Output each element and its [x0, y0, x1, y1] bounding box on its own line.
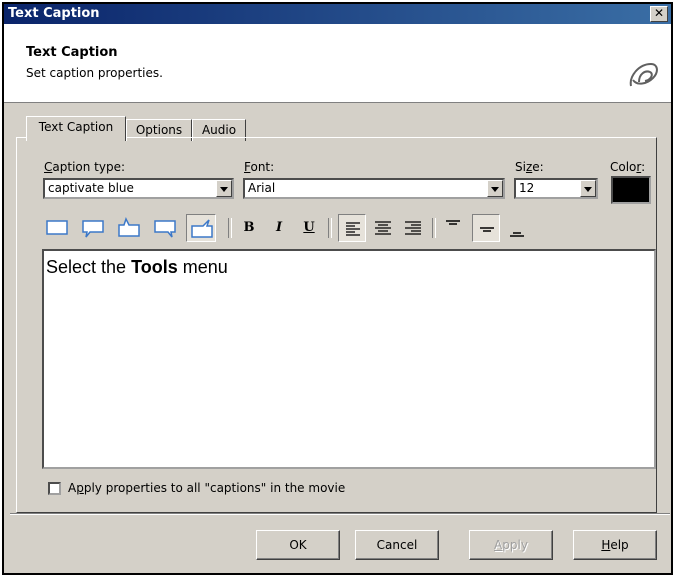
tab-text-caption[interactable]: Text Caption [26, 116, 126, 141]
underline-button[interactable]: U [296, 216, 322, 240]
callout-top-right-icon [191, 219, 213, 238]
cancel-button[interactable]: Cancel [355, 530, 439, 560]
toolbar-separator [328, 218, 332, 238]
align-left-button[interactable] [338, 214, 366, 242]
header-subtitle: Set caption properties. [26, 66, 163, 80]
color-label: Color: [610, 160, 646, 174]
header-title: Text Caption [26, 45, 118, 60]
caption-text-editor[interactable]: Select the Tools menu [42, 249, 656, 469]
captivate-logo-icon [629, 62, 658, 87]
chevron-down-icon[interactable] [216, 180, 232, 197]
font-label: Font: [244, 160, 275, 174]
valign-bottom-icon[interactable] [504, 216, 530, 240]
callout-bottom-left-icon[interactable] [80, 216, 106, 240]
align-center-icon[interactable] [370, 216, 396, 240]
dialog-header: Text Caption Set caption properties. [4, 24, 671, 103]
color-swatch[interactable] [611, 176, 651, 204]
size-select[interactable]: 12 [514, 178, 598, 199]
callout-bottom-right-icon[interactable] [152, 216, 178, 240]
italic-button[interactable]: I [266, 216, 292, 240]
align-right-icon[interactable] [400, 216, 426, 240]
align-left-icon [346, 222, 360, 236]
caption-type-select[interactable]: captivate blue [43, 178, 234, 199]
caption-type-label: Caption type: [44, 160, 126, 174]
size-label: Size: [515, 160, 544, 174]
size-value: 12 [519, 181, 535, 195]
apply-button[interactable]: Apply [469, 530, 553, 560]
close-button[interactable]: ✕ [650, 6, 668, 22]
toolbar-separator [228, 218, 232, 238]
chevron-down-icon[interactable] [487, 180, 503, 197]
callout-top-icon[interactable] [116, 216, 142, 240]
caption-type-value: captivate blue [48, 181, 134, 195]
valign-top-icon[interactable] [440, 216, 466, 240]
ok-button[interactable]: OK [256, 530, 340, 560]
button-divider [10, 513, 670, 515]
help-button[interactable]: Help [573, 530, 657, 560]
apply-all-checkbox[interactable] [48, 482, 61, 495]
caption-rectangle-icon[interactable] [44, 216, 70, 240]
caption-text-bold: Tools [131, 257, 178, 277]
caption-text-end: menu [177, 257, 228, 277]
bold-button[interactable]: B [236, 216, 262, 240]
window-title: Text Caption [8, 6, 100, 21]
callout-top-right-button[interactable] [186, 214, 216, 242]
font-select[interactable]: Arial [243, 178, 505, 199]
toolbar-separator [432, 218, 436, 238]
title-bar: Text Caption ✕ [4, 4, 671, 24]
valign-middle-icon [480, 227, 494, 232]
caption-text: Select the [46, 257, 132, 277]
apply-all-label[interactable]: Apply properties to all "captions" in th… [68, 481, 345, 495]
valign-middle-button[interactable] [472, 214, 500, 242]
chevron-down-icon[interactable] [580, 180, 596, 197]
font-value: Arial [248, 181, 276, 195]
